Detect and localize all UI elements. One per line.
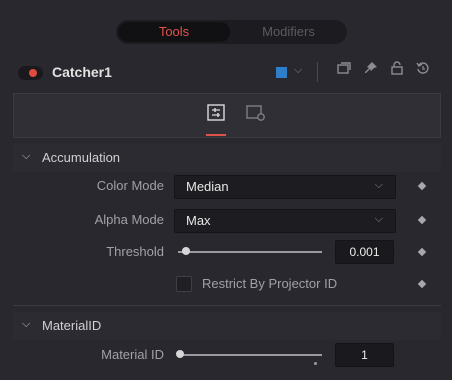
keyframe-diamond-icon[interactable] xyxy=(417,247,427,257)
section-title: MaterialID xyxy=(42,318,102,333)
tool-modifier-switch: Tools Modifiers xyxy=(116,20,347,44)
reset-icon[interactable] xyxy=(412,60,434,84)
pin-icon[interactable] xyxy=(360,60,382,84)
restrict-by-projector-checkbox[interactable] xyxy=(176,276,192,292)
active-tab-indicator xyxy=(206,134,226,136)
chevron-down-icon: ⌵ xyxy=(22,150,31,162)
keyframe-diamond-icon[interactable] xyxy=(417,181,427,191)
node-enable-toggle[interactable] xyxy=(18,66,43,80)
threshold-slider-handle[interactable] xyxy=(182,247,190,255)
chevron-down-icon: ⌵ xyxy=(374,179,383,191)
restrict-by-projector-label: Restrict By Projector ID xyxy=(202,276,338,291)
alpha-mode-dropdown[interactable]: Max ⌵ xyxy=(174,209,396,233)
materialid-section-header[interactable]: ⌵ MaterialID xyxy=(13,312,441,340)
inspector-tab-bar xyxy=(13,93,441,138)
controls-tab-icon[interactable] xyxy=(206,104,228,124)
color-mode-value: Median xyxy=(186,179,229,194)
section-title: Accumulation xyxy=(42,150,121,165)
version-icon[interactable] xyxy=(333,60,355,84)
tab-tools[interactable]: Tools xyxy=(118,22,230,42)
node-color-swatch[interactable] xyxy=(276,67,287,78)
section-divider xyxy=(13,305,441,306)
color-mode-label: Color Mode xyxy=(96,178,164,193)
alpha-mode-value: Max xyxy=(186,213,211,228)
keyframe-diamond-icon[interactable] xyxy=(417,279,427,289)
header-divider xyxy=(317,62,318,82)
threshold-input[interactable]: 0.001 xyxy=(335,240,394,264)
lock-icon[interactable] xyxy=(386,60,408,84)
color-mode-dropdown[interactable]: Median ⌵ xyxy=(174,175,396,199)
enabled-dot-icon xyxy=(29,69,37,77)
keyframe-diamond-icon[interactable] xyxy=(417,215,427,225)
settings-tab-icon[interactable] xyxy=(245,104,267,124)
threshold-slider-track[interactable] xyxy=(178,251,322,253)
chevron-down-icon[interactable]: ⌵ xyxy=(294,64,302,77)
tab-modifiers[interactable]: Modifiers xyxy=(232,20,345,44)
material-id-slider-handle[interactable] xyxy=(176,350,184,358)
material-id-input[interactable]: 1 xyxy=(335,343,394,367)
chevron-down-icon: ⌵ xyxy=(374,213,383,225)
default-value-marker xyxy=(314,362,317,365)
threshold-label: Threshold xyxy=(106,244,164,259)
chevron-down-icon: ⌵ xyxy=(22,318,31,330)
accumulation-section-header[interactable]: ⌵ Accumulation xyxy=(13,144,441,172)
material-id-label: Material ID xyxy=(101,347,164,362)
material-id-slider-track[interactable] xyxy=(178,354,322,356)
alpha-mode-label: Alpha Mode xyxy=(94,212,164,227)
node-title: Catcher1 xyxy=(52,64,112,80)
